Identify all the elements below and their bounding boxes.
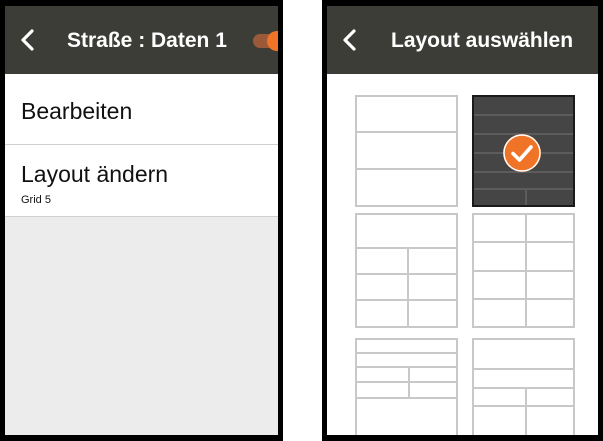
layout-option-1[interactable] xyxy=(355,95,458,207)
menu-item-change-layout[interactable]: Layout ändern Grid 5 xyxy=(5,145,278,217)
menu-item-sublabel: Grid 5 xyxy=(21,194,51,206)
device-screen-right: Layout auswählen xyxy=(322,0,603,441)
menu-item-edit[interactable]: Bearbeiten xyxy=(5,74,278,145)
layout-option-2-selected[interactable] xyxy=(472,95,575,207)
layout-option-5[interactable] xyxy=(355,338,458,435)
device-screen-left: Straße : Daten 1 Bearbeiten Layout änder… xyxy=(0,0,283,441)
header-bar: Layout auswählen xyxy=(327,6,598,74)
toggle-knob[interactable] xyxy=(267,31,278,51)
screen-content: Straße : Daten 1 Bearbeiten Layout änder… xyxy=(5,6,278,435)
chevron-left-icon[interactable] xyxy=(15,26,41,54)
layout-option-3[interactable] xyxy=(355,213,458,328)
page-title: Straße : Daten 1 xyxy=(67,29,227,52)
chevron-left-icon[interactable] xyxy=(337,26,363,54)
menu-item-label: Layout ändern xyxy=(21,161,169,187)
layout-option-6[interactable] xyxy=(472,338,575,435)
page-title: Layout auswählen xyxy=(391,29,574,52)
layout-option-4[interactable] xyxy=(472,213,575,328)
checkmark-circle-icon xyxy=(503,134,541,172)
header-bar: Straße : Daten 1 xyxy=(5,6,278,74)
screen-content: Layout auswählen xyxy=(327,6,598,435)
menu-item-label: Bearbeiten xyxy=(21,98,133,124)
layout-grid xyxy=(327,74,598,435)
